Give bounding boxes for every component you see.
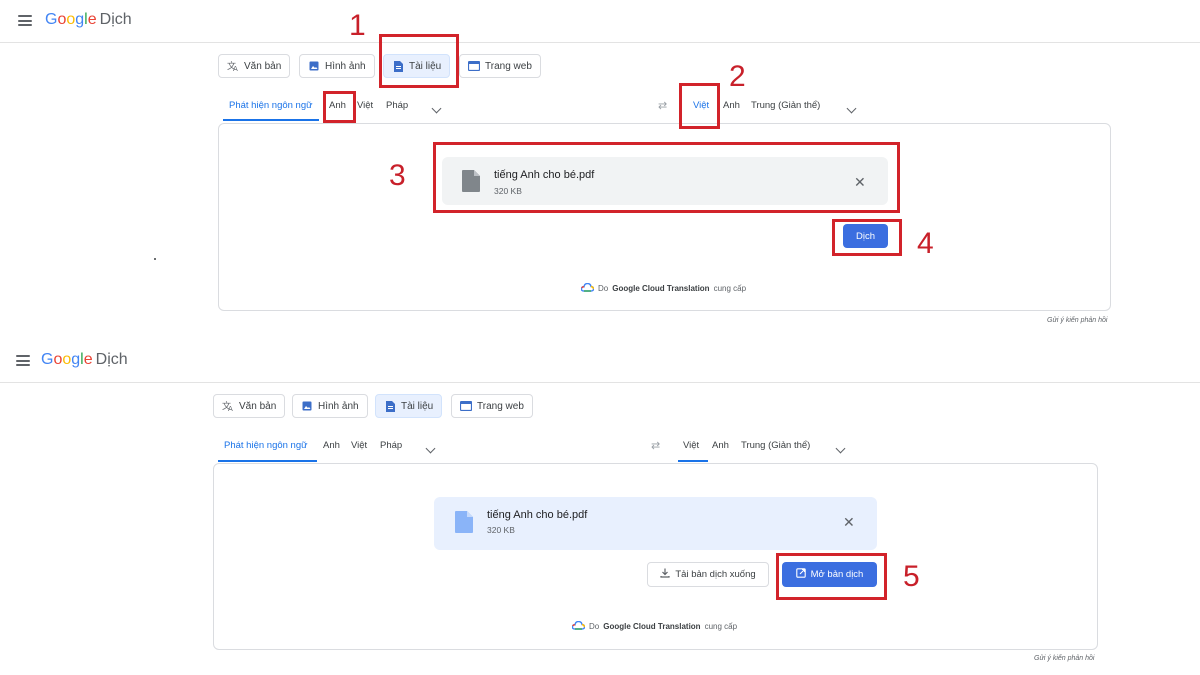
google-translate-logo[interactable]: Google Dịch — [45, 11, 132, 29]
mode-image-button[interactable]: Hình ảnh — [299, 54, 375, 78]
annotation-box-anh — [323, 91, 356, 123]
source-more-chevron-icon[interactable] — [431, 99, 442, 117]
mode-label: Trang web — [477, 400, 524, 412]
app-name: Dịch — [95, 351, 128, 368]
credit-suffix: cung cấp — [704, 622, 738, 631]
document-icon — [384, 400, 396, 412]
target-more-chevron-icon[interactable] — [835, 439, 846, 457]
mode-label: Văn bản — [239, 400, 277, 412]
annotation-number-5: 5 — [903, 560, 920, 593]
cloud-icon — [580, 282, 595, 294]
send-feedback-link[interactable]: Gửi ý kiến phản hồi — [1047, 317, 1107, 324]
source-lang-detect[interactable]: Phát hiện ngôn ngữ — [224, 440, 307, 451]
file-size: 320 KB — [487, 525, 515, 535]
logo-letter: o — [66, 11, 76, 28]
web-icon — [468, 60, 480, 72]
source-lang-french[interactable]: Pháp — [386, 100, 408, 111]
annotation-box-3 — [433, 142, 900, 213]
swap-languages-icon[interactable]: ⇄ — [651, 439, 660, 452]
svg-text:A: A — [233, 65, 238, 72]
mode-text-button[interactable]: 文A Văn bản — [213, 394, 286, 418]
credit-line: Do Google Cloud Translation cung cấp — [580, 282, 747, 294]
logo-letter: e — [83, 351, 93, 368]
logo-letter: g — [75, 11, 85, 28]
menu-icon[interactable] — [16, 355, 30, 366]
credit-prefix: Do — [589, 622, 600, 631]
credit-prefix: Do — [598, 284, 609, 293]
source-tab-underline — [223, 119, 319, 121]
file-icon — [455, 511, 473, 538]
annotation-box-4 — [832, 219, 902, 256]
logo-letter: g — [71, 351, 81, 368]
source-lang-vietnamese[interactable]: Việt — [357, 100, 373, 111]
source-lang-vietnamese[interactable]: Việt — [351, 440, 367, 451]
credit-brand: Google Cloud Translation — [612, 284, 710, 293]
header-divider — [0, 42, 1200, 43]
source-more-chevron-icon[interactable] — [425, 439, 436, 457]
mode-label: Trang web — [485, 60, 532, 72]
annotation-box-1 — [379, 34, 459, 88]
annotation-number-3: 3 — [389, 159, 406, 192]
file-card — [434, 497, 877, 550]
app-name: Dịch — [99, 11, 132, 28]
annotation-box-5 — [776, 553, 887, 600]
file-name: tiếng Anh cho bé.pdf — [487, 509, 588, 521]
target-lang-english[interactable]: Anh — [712, 440, 729, 451]
mode-label: Tài liệu — [401, 400, 434, 412]
svg-text:A: A — [228, 405, 233, 412]
source-lang-detect[interactable]: Phát hiện ngôn ngữ — [229, 100, 312, 111]
translate-icon: 文A — [222, 400, 234, 412]
translate-icon: 文A — [227, 60, 239, 72]
logo-letter: G — [45, 11, 58, 28]
cloud-icon — [571, 620, 586, 632]
mode-label: Hình ảnh — [318, 400, 359, 412]
mode-website-button[interactable]: Trang web — [451, 394, 533, 418]
mode-label: Hình ảnh — [325, 60, 366, 72]
target-lang-chinese[interactable]: Trung (Giản thể) — [751, 100, 820, 111]
image-icon — [308, 60, 320, 72]
source-tab-underline — [218, 460, 317, 462]
target-lang-vietnamese[interactable]: Việt — [683, 440, 699, 451]
annotation-number-4: 4 — [917, 227, 934, 260]
annotation-number-1: 1 — [349, 9, 366, 42]
mode-label: Văn bản — [244, 60, 282, 72]
mode-text-button[interactable]: 文A Văn bản — [218, 54, 291, 78]
download-translation-button[interactable]: Tải bản dịch xuống — [647, 562, 769, 587]
logo-letter: e — [87, 11, 97, 28]
source-lang-french[interactable]: Pháp — [380, 440, 402, 451]
mode-document-button[interactable]: Tài liệu — [375, 394, 443, 418]
send-feedback-link[interactable]: Gửi ý kiến phản hồi — [1034, 655, 1094, 662]
download-icon — [660, 568, 670, 581]
download-button-label: Tải bản dịch xuống — [675, 569, 756, 580]
annotation-box-2 — [679, 83, 720, 129]
credit-suffix: cung cấp — [713, 284, 747, 293]
mode-image-button[interactable]: Hình ảnh — [292, 394, 368, 418]
target-tab-underline — [678, 460, 708, 462]
image-icon — [301, 400, 313, 412]
web-icon — [460, 400, 472, 412]
mode-website-button[interactable]: Trang web — [459, 54, 541, 78]
remove-file-close-icon[interactable]: ✕ — [843, 515, 855, 529]
credit-line: Do Google Cloud Translation cung cấp — [571, 620, 738, 632]
credit-brand: Google Cloud Translation — [603, 622, 701, 631]
swap-languages-icon[interactable]: ⇄ — [658, 99, 667, 112]
target-more-chevron-icon[interactable] — [846, 99, 857, 117]
menu-icon[interactable] — [18, 15, 32, 26]
logo-letter: o — [62, 351, 72, 368]
target-lang-chinese[interactable]: Trung (Giản thể) — [741, 440, 810, 451]
source-lang-english[interactable]: Anh — [323, 440, 340, 451]
annotation-number-2: 2 — [729, 60, 746, 93]
stray-dot — [154, 258, 156, 260]
logo-letter: G — [41, 351, 54, 368]
target-lang-english[interactable]: Anh — [723, 100, 740, 111]
header-divider — [0, 382, 1200, 383]
google-translate-logo[interactable]: Google Dịch — [41, 351, 128, 369]
